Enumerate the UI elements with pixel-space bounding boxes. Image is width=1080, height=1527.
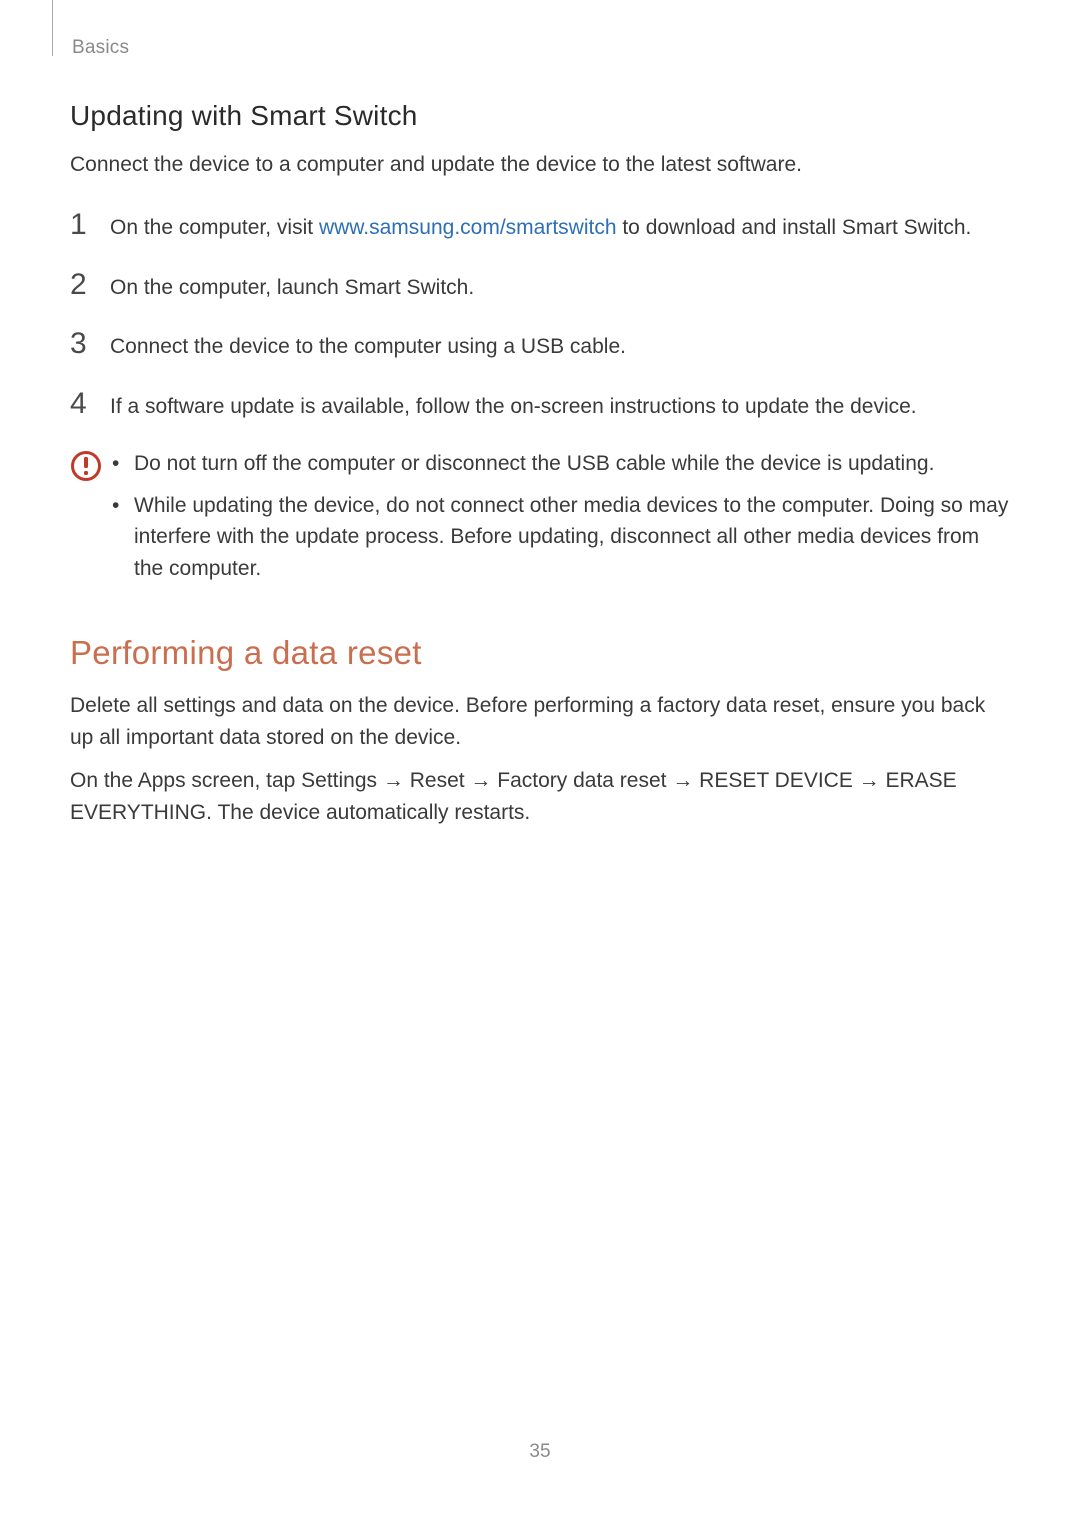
step-text-pre: On the computer, visit bbox=[110, 216, 319, 239]
caution-item: • Do not turn off the computer or discon… bbox=[110, 448, 1010, 480]
step-4: 4 If a software update is available, fol… bbox=[70, 389, 1010, 423]
caution-text: While updating the device, do not connec… bbox=[134, 490, 1010, 585]
step-text: On the computer, launch Smart Switch. bbox=[110, 270, 474, 304]
step-text: Connect the device to the computer using… bbox=[110, 329, 626, 363]
bullet-icon: • bbox=[110, 448, 134, 480]
header-section-label: Basics bbox=[72, 37, 129, 59]
path-reset-device: RESET DEVICE bbox=[699, 769, 853, 792]
step-1: 1 On the computer, visit www.samsung.com… bbox=[70, 210, 1010, 244]
text-pre: On the Apps screen, tap bbox=[70, 769, 301, 792]
caution-text: Do not turn off the computer or disconne… bbox=[134, 448, 1010, 480]
step-text-post: to download and install Smart Switch. bbox=[617, 216, 972, 239]
page-content: Updating with Smart Switch Connect the d… bbox=[70, 100, 1010, 840]
path-reset: Reset bbox=[410, 769, 465, 792]
bullet-icon: • bbox=[110, 490, 134, 585]
subheading-smart-switch: Updating with Smart Switch bbox=[70, 100, 1010, 132]
step-number: 1 bbox=[70, 210, 110, 240]
para-reset-intro: Delete all settings and data on the devi… bbox=[70, 690, 1010, 753]
caution-icon bbox=[70, 448, 110, 487]
header-divider bbox=[52, 0, 53, 56]
caution-list: • Do not turn off the computer or discon… bbox=[110, 448, 1010, 594]
intro-smart-switch: Connect the device to a computer and upd… bbox=[70, 150, 1010, 180]
path-factory-data-reset: Factory data reset bbox=[497, 769, 666, 792]
path-settings: Settings bbox=[301, 769, 377, 792]
text-post: . The device automatically restarts. bbox=[206, 801, 530, 824]
step-text: If a software update is available, follo… bbox=[110, 389, 917, 423]
link-smartswitch-url[interactable]: www.samsung.com/smartswitch bbox=[319, 216, 617, 239]
step-number: 2 bbox=[70, 270, 110, 300]
arrow: → bbox=[465, 769, 498, 792]
step-3: 3 Connect the device to the computer usi… bbox=[70, 329, 1010, 363]
step-2: 2 On the computer, launch Smart Switch. bbox=[70, 270, 1010, 304]
page-number: 35 bbox=[0, 1441, 1080, 1463]
step-number: 3 bbox=[70, 329, 110, 359]
caution-block: • Do not turn off the computer or discon… bbox=[70, 448, 1010, 594]
para-reset-steps: On the Apps screen, tap Settings → Reset… bbox=[70, 765, 1010, 828]
step-number: 4 bbox=[70, 389, 110, 419]
step-text: On the computer, visit www.samsung.com/s… bbox=[110, 210, 971, 244]
arrow: → bbox=[377, 769, 410, 792]
heading-data-reset: Performing a data reset bbox=[70, 634, 1010, 672]
caution-item: • While updating the device, do not conn… bbox=[110, 490, 1010, 585]
arrow: → bbox=[667, 769, 700, 792]
arrow: → bbox=[853, 769, 886, 792]
